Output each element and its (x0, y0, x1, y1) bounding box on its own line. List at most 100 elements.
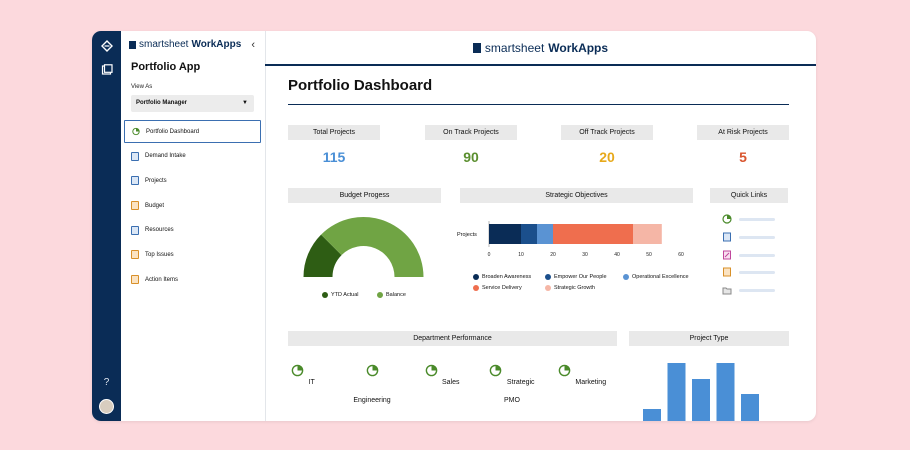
legend-swatch (322, 292, 328, 298)
caret-down-icon: ▼ (242, 100, 248, 106)
report-icon (131, 250, 139, 260)
department-label: Engineering (353, 397, 391, 404)
user-avatar[interactable] (99, 399, 114, 414)
sidebar-item-portfolio-dashboard[interactable]: Portfolio Dashboard (124, 120, 261, 143)
legend-label: YTD Actual (331, 292, 359, 298)
sidebar-item-budget[interactable]: Budget (124, 194, 261, 217)
project-type-bar (741, 394, 759, 421)
launcher-icon[interactable] (99, 64, 114, 79)
objectives-legend-broaden: Broaden Awareness (473, 274, 531, 280)
sidebar-nav: Portfolio Dashboard Demand Intake Projec… (124, 120, 261, 293)
sidebar-brand: smartsheet WorkApps (129, 39, 241, 50)
department-engineering: Engineering (347, 364, 397, 407)
sheet-icon (131, 176, 139, 186)
department-sales: Sales (417, 364, 467, 389)
quick-link-dashboard[interactable] (722, 214, 775, 224)
report-icon (131, 201, 139, 211)
quick-link-placeholder (739, 288, 775, 292)
sidebar-item-demand-intake[interactable]: Demand Intake (124, 145, 261, 168)
sidebar-item-top-issues[interactable]: Top Issues (124, 243, 261, 266)
project-type-bar-chart (643, 363, 759, 421)
kpi-off-track-label: Off Track Projects (561, 125, 653, 140)
sidebar-item-label: Projects (145, 177, 167, 184)
legend-swatch (623, 274, 629, 280)
kpi-at-risk-value: 5 (739, 149, 747, 165)
title-divider (288, 104, 789, 105)
smartsheet-mark-icon (472, 42, 481, 53)
top-bar: smartsheet WorkApps (265, 31, 816, 66)
sidebar-item-label: Portfolio Dashboard (146, 128, 200, 135)
smartsheet-logo-icon[interactable] (99, 40, 114, 55)
sidebar-item-label: Action Items (145, 276, 179, 283)
dashboard-main: smartsheet WorkApps Portfolio Dashboard … (265, 31, 816, 421)
department-marketing: Marketing (557, 364, 607, 389)
collapse-sidebar-icon[interactable]: ‹ (251, 39, 255, 51)
objectives-legend-service: Service Delivery (473, 285, 522, 291)
report-icon (131, 275, 139, 285)
quick-link-form[interactable] (722, 232, 775, 242)
view-as-select[interactable]: Portfolio Manager ▼ (131, 95, 254, 112)
report-icon (723, 267, 731, 277)
brand-product: WorkApps (191, 39, 242, 50)
app-title: Portfolio App (131, 61, 201, 73)
top-brand: smartsheet WorkApps (472, 40, 609, 55)
gauge-segment-balance (321, 217, 424, 277)
page-title: Portfolio Dashboard (288, 77, 433, 94)
project-type-bar (667, 363, 686, 421)
legend-swatch (473, 274, 479, 280)
budget-legend-balance: Balance (377, 292, 406, 298)
x-tick-label: 20 (550, 252, 556, 258)
quick-link-placeholder (739, 253, 775, 257)
kpi-off-track-value: 20 (599, 149, 615, 165)
legend-label: Service Delivery (482, 285, 522, 291)
bar-segment-operational-excellence (537, 224, 553, 244)
department-label: Marketing (575, 379, 607, 386)
pie-chart-icon (366, 364, 378, 377)
quick-link-placeholder (739, 217, 775, 221)
legend-swatch (377, 292, 383, 298)
department-strategic-pmo: Strategic PMO (487, 364, 537, 407)
legend-swatch (473, 285, 479, 291)
y-tick-label: Projects (457, 232, 477, 238)
project-type-title: Project Type (629, 331, 789, 346)
sidebar-item-label: Top Issues (145, 251, 174, 258)
pie-chart-icon (490, 364, 502, 377)
quick-links-title: Quick Links (710, 188, 788, 203)
dashboard-icon (722, 214, 732, 224)
sidebar-item-label: Budget (145, 202, 165, 209)
quick-link-edit[interactable] (722, 250, 775, 260)
objectives-legend-growth: Strategic Growth (545, 285, 595, 291)
quick-link-folder[interactable] (722, 285, 775, 295)
brand-prefix: smartsheet (484, 40, 545, 55)
quick-link-placeholder (739, 270, 775, 274)
budget-legend-ytd: YTD Actual (322, 292, 359, 298)
pie-chart-icon (425, 364, 437, 377)
kpi-on-track-label: On Track Projects (425, 125, 517, 140)
brand-prefix: smartsheet (139, 39, 189, 50)
edit-icon (723, 250, 731, 260)
sidebar-item-label: Demand Intake (145, 153, 186, 160)
kpi-total-value: 115 (322, 149, 346, 165)
legend-label: Broaden Awareness (482, 274, 532, 280)
quick-link-report[interactable] (722, 267, 775, 277)
legend-swatch (545, 274, 551, 280)
objectives-legend-operational: Operational Excellence (623, 274, 689, 280)
objectives-bar-chart: Projects 0 10 20 30 40 50 60 (457, 221, 684, 258)
global-nav-rail: ? (92, 31, 121, 421)
legend-label: Strategic Growth (554, 285, 595, 291)
bar-segment-broaden-awareness (489, 224, 521, 244)
brand-product: WorkApps (548, 40, 609, 55)
sidebar-item-label: Resources (145, 227, 174, 234)
help-icon[interactable]: ? (99, 375, 114, 390)
bar-segment-service-delivery (553, 224, 633, 244)
x-tick-label: 10 (518, 252, 524, 258)
sidebar-item-action-items[interactable]: Action Items (124, 268, 261, 291)
quick-link-placeholder (739, 235, 775, 239)
legend-label: Balance (386, 292, 406, 298)
department-label: IT (308, 379, 315, 386)
sidebar-item-projects[interactable]: Projects (124, 169, 261, 192)
sidebar-item-resources[interactable]: Resources (124, 219, 261, 242)
bar-segment-strategic-growth (633, 224, 662, 244)
bar-segment-empower-our-people (521, 224, 537, 244)
legend-swatch (545, 285, 551, 291)
